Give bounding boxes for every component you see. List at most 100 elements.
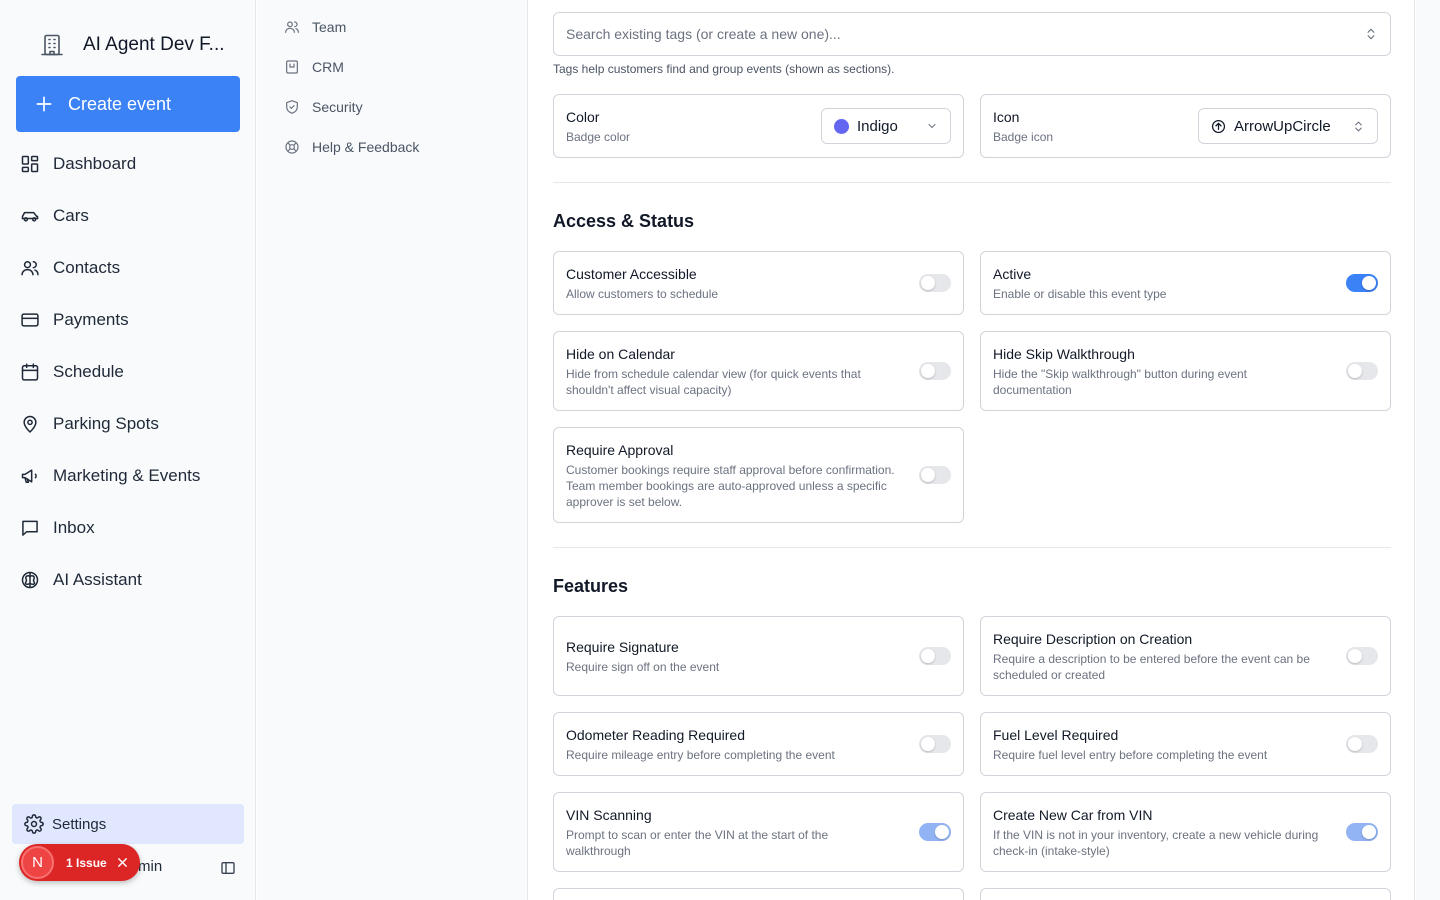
- brain-icon: [20, 570, 40, 590]
- nav-label: Inbox: [53, 518, 95, 537]
- close-icon[interactable]: [117, 857, 128, 868]
- shield-icon: [284, 99, 300, 115]
- section-divider: [553, 182, 1391, 183]
- nav-item-ai-assistant[interactable]: AI Assistant: [0, 554, 256, 606]
- issue-badge[interactable]: N 1 Issue: [19, 844, 140, 881]
- org-switcher[interactable]: AI Agent Dev F...: [40, 30, 225, 60]
- setting-title: Require Description on Creation: [993, 631, 1193, 647]
- issue-count: 1 Issue: [66, 855, 107, 870]
- icon-title: Icon: [993, 109, 1020, 125]
- setting-title: Hide Skip Walkthrough: [993, 346, 1135, 362]
- users-icon: [284, 19, 300, 35]
- feature-card-partial: [553, 888, 964, 900]
- setting-title: Odometer Reading Required: [566, 727, 745, 743]
- create-event-label: Create event: [68, 93, 172, 114]
- icon-value: ArrowUpCircle: [1234, 117, 1331, 135]
- color-card: Color Badge color Indigo: [553, 94, 964, 158]
- setting-title: Customer Accessible: [566, 266, 697, 282]
- nav-item-schedule[interactable]: Schedule: [0, 346, 256, 398]
- chevron-down-icon: [926, 120, 938, 132]
- setting-title: Hide on Calendar: [566, 346, 675, 362]
- plus-icon: [34, 94, 54, 114]
- nav-item-marketing-events[interactable]: Marketing & Events: [0, 450, 256, 502]
- subnav-item-help-feedback[interactable]: Help & Feedback: [284, 137, 419, 157]
- settings-subnav: Team CRM Security Help & Feedback: [257, 0, 528, 900]
- hide-on-calendar-card: Hide on Calendar Hide from schedule cale…: [553, 331, 964, 411]
- active-toggle[interactable]: [1346, 274, 1378, 292]
- setting-title: Require Signature: [566, 639, 679, 655]
- nav-item-inbox[interactable]: Inbox: [0, 502, 256, 554]
- nav-label: Contacts: [53, 258, 121, 277]
- subnav-label: Help & Feedback: [312, 139, 420, 155]
- nav-item-cars[interactable]: Cars: [0, 190, 256, 242]
- active-card: Active Enable or disable this event type: [980, 251, 1391, 315]
- setting-desc: Require mileage entry before completing …: [566, 748, 835, 762]
- setting-title: Fuel Level Required: [993, 727, 1119, 743]
- nav-item-parking-spots[interactable]: Parking Spots: [0, 398, 256, 450]
- nav-label: Cars: [53, 206, 89, 225]
- calendar-icon: [20, 362, 40, 382]
- customer-accessible-card: Customer Accessible Allow customers to s…: [553, 251, 964, 315]
- users-icon: [20, 258, 40, 278]
- setting-desc: Require sign off on the event: [566, 660, 720, 674]
- sidebar-toggle-icon[interactable]: [220, 860, 236, 876]
- event-type-form: Tags help customers find and group event…: [529, 0, 1415, 900]
- credit-card-icon: [20, 310, 40, 330]
- nav-item-settings[interactable]: Settings: [12, 804, 244, 844]
- require-approval-card: Require Approval Customer bookings requi…: [553, 427, 964, 523]
- odometer-toggle[interactable]: [919, 735, 951, 753]
- megaphone-icon: [20, 466, 40, 486]
- customer-accessible-toggle[interactable]: [919, 274, 951, 292]
- create-event-button[interactable]: Create event: [16, 76, 240, 132]
- subnav-item-security[interactable]: Security: [284, 97, 363, 117]
- color-swatch: [834, 118, 849, 134]
- arrow-up-circle-icon: [1211, 119, 1226, 134]
- issue-avatar: N: [21, 846, 54, 879]
- setting-title: Require Approval: [566, 442, 674, 458]
- subnav-label: Security: [312, 99, 363, 115]
- subnav-label: CRM: [312, 59, 344, 75]
- tags-search[interactable]: [553, 12, 1391, 56]
- require-description-toggle[interactable]: [1346, 647, 1378, 665]
- color-value: Indigo: [857, 117, 898, 135]
- features-heading: Features: [553, 576, 629, 596]
- building-icon: [40, 33, 64, 57]
- car-icon: [20, 206, 40, 226]
- user-name: min: [138, 858, 163, 875]
- setting-title: Active: [993, 266, 1032, 282]
- create-car-from-vin-toggle[interactable]: [1346, 823, 1378, 841]
- nav-item-contacts[interactable]: Contacts: [0, 242, 256, 294]
- nav-label: Payments: [53, 310, 129, 329]
- nav-item-dashboard[interactable]: Dashboard: [0, 138, 256, 190]
- color-select[interactable]: Indigo: [821, 108, 951, 144]
- require-approval-toggle[interactable]: [919, 466, 951, 484]
- nav-label: Marketing & Events: [53, 466, 201, 485]
- access-status-heading: Access & Status: [553, 211, 695, 231]
- setting-desc: Prompt to scan or enter the VIN at the s…: [566, 828, 829, 858]
- setting-title: VIN Scanning: [566, 807, 652, 823]
- tags-search-input[interactable]: [566, 26, 1326, 42]
- setting-desc: Allow customers to schedule: [566, 287, 719, 301]
- fuel-level-card: Fuel Level Required Require fuel level e…: [980, 712, 1391, 776]
- nav-label: Parking Spots: [53, 414, 159, 433]
- hide-skip-walkthrough-toggle[interactable]: [1346, 362, 1378, 380]
- setting-desc: Hide the "Skip walkthrough" button durin…: [993, 367, 1248, 397]
- hide-on-calendar-toggle[interactable]: [919, 362, 951, 380]
- dashboard-icon: [20, 154, 40, 174]
- subnav-item-team[interactable]: Team: [284, 17, 346, 37]
- subnav-item-crm[interactable]: CRM: [284, 57, 344, 77]
- setting-desc: Customer bookings require staff approval…: [566, 463, 895, 509]
- vin-scanning-toggle[interactable]: [919, 823, 951, 841]
- main-sidebar: AI Agent Dev F... Create event Dashboard…: [0, 0, 256, 900]
- icon-select[interactable]: ArrowUpCircle: [1198, 108, 1378, 144]
- setting-desc: If the VIN is not in your inventory, cre…: [993, 828, 1319, 858]
- create-car-from-vin-card: Create New Car from VIN If the VIN is no…: [980, 792, 1391, 872]
- hide-skip-walkthrough-card: Hide Skip Walkthrough Hide the "Skip wal…: [980, 331, 1391, 411]
- fuel-level-toggle[interactable]: [1346, 735, 1378, 753]
- lifebuoy-icon: [284, 139, 300, 155]
- nav-item-payments[interactable]: Payments: [0, 294, 256, 346]
- require-signature-toggle[interactable]: [919, 647, 951, 665]
- setting-desc: Hide from schedule calendar view (for qu…: [566, 367, 861, 397]
- setting-desc: Enable or disable this event type: [993, 287, 1167, 301]
- feature-card-partial: [980, 888, 1391, 900]
